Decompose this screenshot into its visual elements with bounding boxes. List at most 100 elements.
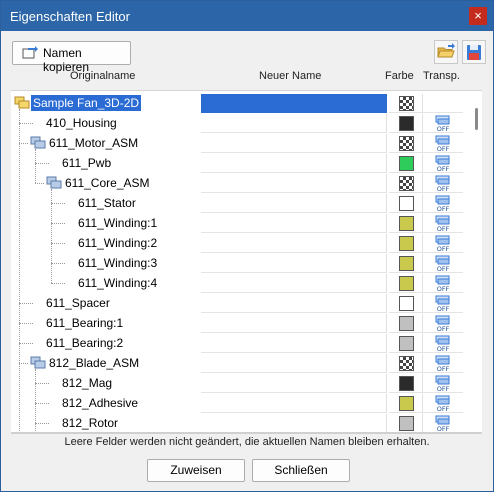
new-name-field[interactable] (201, 374, 387, 393)
transparency-cell[interactable]: OFF (423, 274, 463, 293)
transparency-cell[interactable]: OFF (423, 374, 463, 393)
color-swatch[interactable] (399, 276, 414, 291)
new-name-field[interactable] (201, 194, 387, 213)
new-name-field[interactable] (201, 94, 387, 113)
color-cell[interactable] (389, 214, 423, 233)
color-cell[interactable] (389, 294, 423, 313)
new-name-field[interactable] (201, 154, 387, 173)
new-name-field[interactable] (201, 234, 387, 253)
tree-row[interactable]: 611_Core_ASM OFF (11, 173, 471, 193)
transparency-off-icon[interactable]: OFF (435, 315, 451, 333)
new-name-field[interactable] (201, 274, 387, 293)
color-swatch[interactable] (399, 116, 414, 131)
close-button[interactable]: × (469, 7, 487, 25)
transparency-cell[interactable]: OFF (423, 334, 463, 353)
transparency-off-icon[interactable]: OFF (435, 215, 451, 233)
tree-row[interactable]: 611_Winding:2 OFF (11, 233, 471, 253)
transparency-off-icon[interactable]: OFF (435, 355, 451, 373)
column-header-transp[interactable]: Transp. (423, 70, 460, 82)
tree-row[interactable]: 611_Winding:4 OFF (11, 273, 471, 293)
color-cell[interactable] (389, 154, 423, 173)
color-swatch[interactable] (399, 196, 414, 211)
transparency-cell[interactable]: OFF (423, 154, 463, 173)
color-swatch[interactable] (399, 336, 414, 351)
new-name-field[interactable] (201, 394, 387, 413)
transparency-cell[interactable]: OFF (423, 114, 463, 133)
color-cell[interactable] (389, 174, 423, 193)
transparency-off-icon[interactable]: OFF (435, 375, 451, 393)
transparency-off-icon[interactable]: OFF (435, 395, 451, 413)
copy-names-button[interactable]: Namen kopieren (12, 41, 131, 74)
color-cell[interactable] (389, 194, 423, 213)
color-swatch[interactable] (399, 416, 414, 431)
transparency-off-icon[interactable]: OFF (435, 155, 451, 173)
save-button[interactable] (462, 40, 486, 64)
transparency-off-icon[interactable]: OFF (435, 175, 451, 193)
color-cell[interactable] (389, 94, 423, 113)
color-swatch[interactable] (399, 156, 414, 171)
transparency-off-icon[interactable]: OFF (435, 415, 451, 433)
tree-list[interactable]: Sample Fan_3D-2D 410_Housing OFF 611_Motor_… (11, 90, 482, 434)
tree-row[interactable]: 812_Adhesive OFF (11, 393, 471, 413)
tree-row[interactable]: 611_Pwb OFF (11, 153, 471, 173)
tree-row[interactable]: 611_Motor_ASM OFF (11, 133, 471, 153)
transparency-off-icon[interactable]: OFF (435, 235, 451, 253)
color-swatch[interactable] (399, 296, 414, 311)
color-cell[interactable] (389, 394, 423, 413)
transparency-cell[interactable] (423, 94, 463, 113)
tree-row[interactable]: Sample Fan_3D-2D (11, 93, 471, 113)
tree-row[interactable]: 812_Mag OFF (11, 373, 471, 393)
transparency-off-icon[interactable]: OFF (435, 275, 451, 293)
color-swatch[interactable] (399, 216, 414, 231)
color-swatch[interactable] (399, 96, 414, 111)
color-cell[interactable] (389, 134, 423, 153)
scrollbar-thumb[interactable] (475, 108, 478, 130)
open-button[interactable] (434, 40, 458, 64)
new-name-field[interactable] (201, 114, 387, 133)
transparency-cell[interactable]: OFF (423, 414, 463, 433)
transparency-cell[interactable]: OFF (423, 234, 463, 253)
transparency-cell[interactable]: OFF (423, 354, 463, 373)
column-header-new[interactable]: Neuer Name (259, 70, 321, 82)
transparency-off-icon[interactable]: OFF (435, 255, 451, 273)
color-cell[interactable] (389, 314, 423, 333)
color-cell[interactable] (389, 334, 423, 353)
transparency-cell[interactable]: OFF (423, 134, 463, 153)
color-cell[interactable] (389, 234, 423, 253)
color-swatch[interactable] (399, 136, 414, 151)
new-name-field[interactable] (201, 414, 387, 433)
color-swatch[interactable] (399, 376, 414, 391)
transparency-cell[interactable]: OFF (423, 254, 463, 273)
color-swatch[interactable] (399, 396, 414, 411)
transparency-cell[interactable]: OFF (423, 394, 463, 413)
new-name-field[interactable] (201, 354, 387, 373)
tree-row[interactable]: 812_Rotor OFF (11, 413, 471, 433)
color-cell[interactable] (389, 114, 423, 133)
color-swatch[interactable] (399, 356, 414, 371)
tree-row[interactable]: 611_Spacer OFF (11, 293, 471, 313)
tree-row[interactable]: 812_Blade_ASM OFF (11, 353, 471, 373)
color-swatch[interactable] (399, 316, 414, 331)
color-cell[interactable] (389, 414, 423, 433)
new-name-field[interactable] (201, 254, 387, 273)
transparency-off-icon[interactable]: OFF (435, 195, 451, 213)
tree-row[interactable]: 611_Winding:1 OFF (11, 213, 471, 233)
tree-row[interactable]: 611_Bearing:1 OFF (11, 313, 471, 333)
column-header-color[interactable]: Farbe (385, 70, 414, 82)
vertical-scrollbar[interactable] (472, 91, 482, 433)
transparency-off-icon[interactable]: OFF (435, 115, 451, 133)
new-name-field[interactable] (201, 294, 387, 313)
transparency-cell[interactable]: OFF (423, 294, 463, 313)
close-dialog-button[interactable]: Schließen (252, 459, 350, 482)
color-swatch[interactable] (399, 176, 414, 191)
color-cell[interactable] (389, 254, 423, 273)
transparency-off-icon[interactable]: OFF (435, 335, 451, 353)
color-cell[interactable] (389, 374, 423, 393)
tree-row[interactable]: 611_Winding:3 OFF (11, 253, 471, 273)
assign-button[interactable]: Zuweisen (147, 459, 245, 482)
column-header-original[interactable]: Originalname (70, 70, 135, 82)
new-name-field[interactable] (201, 314, 387, 333)
tree-row[interactable]: 410_Housing OFF (11, 113, 471, 133)
transparency-off-icon[interactable]: OFF (435, 295, 451, 313)
transparency-cell[interactable]: OFF (423, 174, 463, 193)
